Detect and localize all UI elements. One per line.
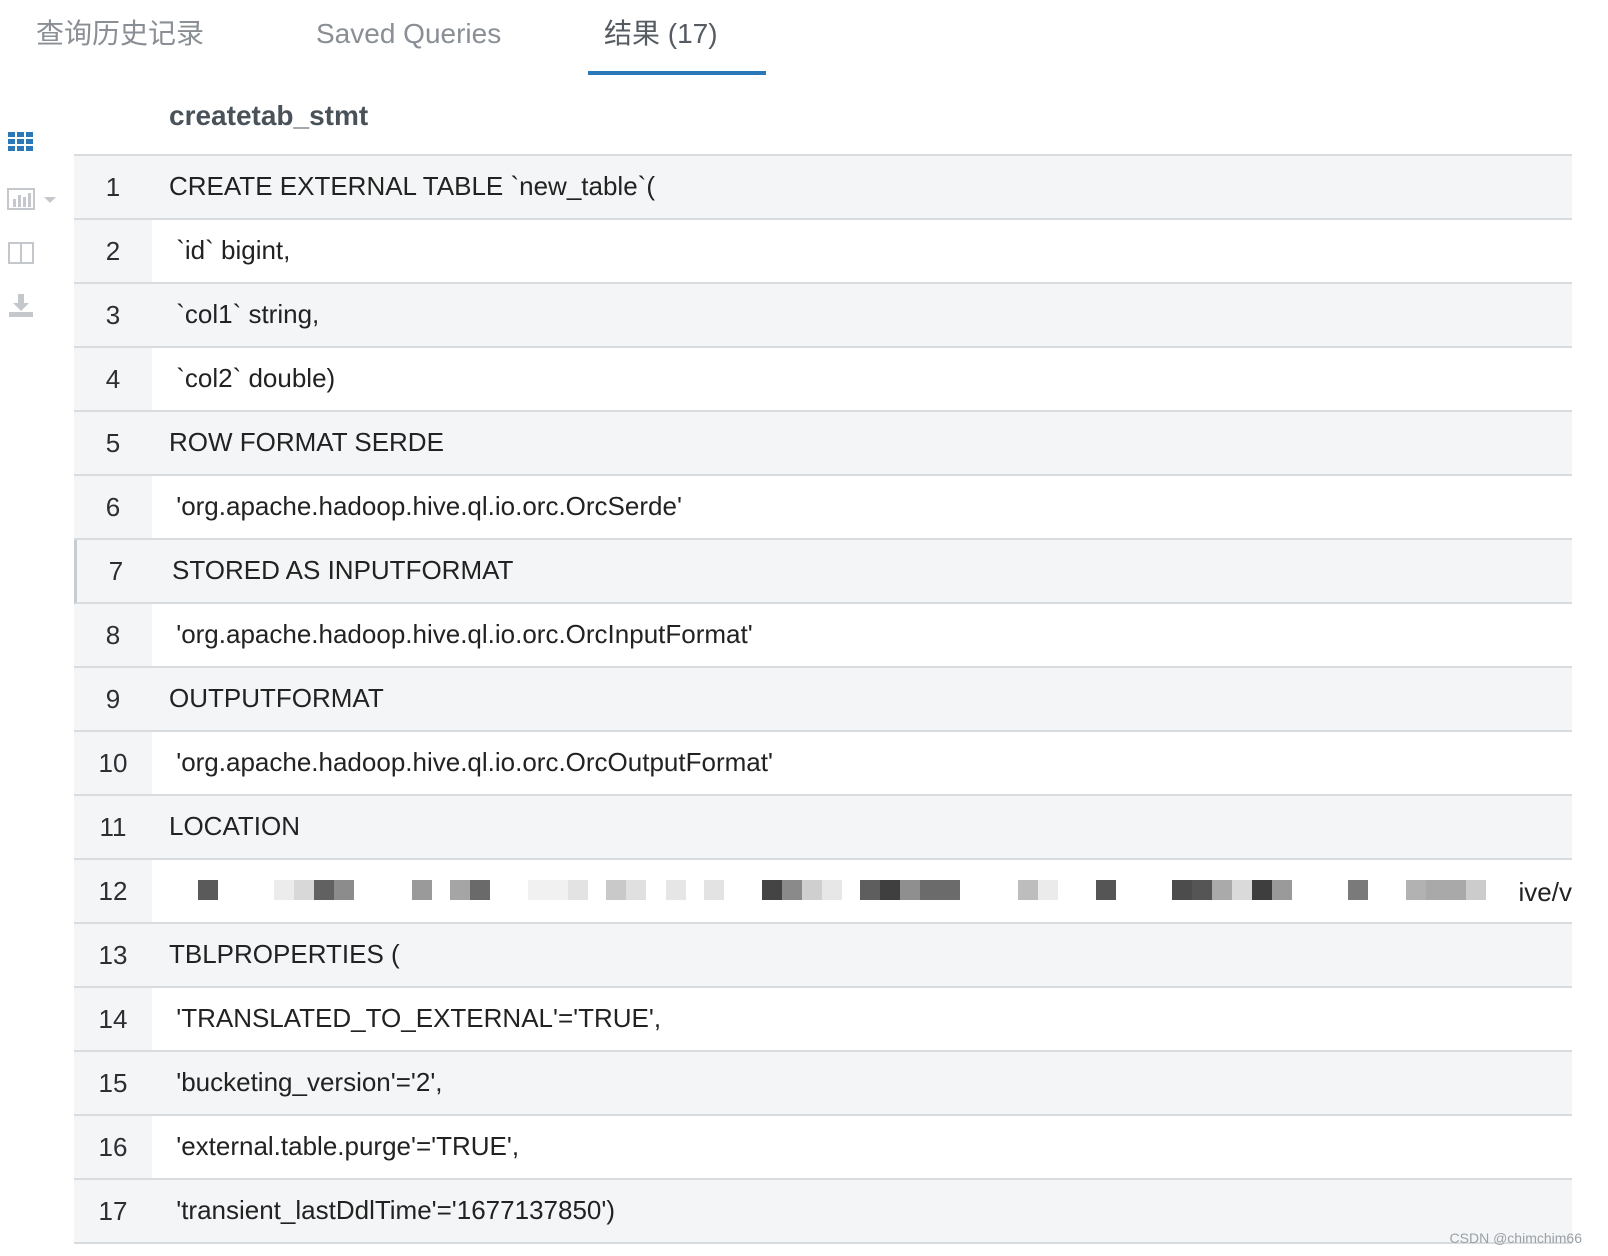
cell-value: TBLPROPERTIES ( (169, 939, 400, 969)
table-row[interactable]: 13 TBLPROPERTIES ( (74, 924, 1572, 988)
row-number: 11 (99, 812, 127, 842)
table-row[interactable]: 17 'transient_lastDdlTime'='1677137850') (74, 1180, 1572, 1244)
result-tabs: 查询历史记录 Saved Queries 结果 (17) (0, 0, 1608, 76)
cell-value: 'org.apache.hadoop.hive.ql.io.orc.OrcSer… (169, 491, 682, 521)
download-icon (9, 294, 33, 317)
cell-value: ROW FORMAT SERDE (169, 427, 444, 457)
grid-view-button[interactable] (6, 130, 62, 170)
row-number: 2 (105, 236, 121, 266)
grid-header: createtab_stmt (74, 92, 1572, 156)
download-button[interactable] (6, 292, 62, 332)
cell-value: 'org.apache.hadoop.hive.ql.io.orc.OrcInp… (169, 619, 753, 649)
table-row[interactable]: 3 `col1` string, (74, 284, 1572, 348)
columns-icon (8, 242, 34, 264)
row-number: 16 (98, 1132, 128, 1162)
table-row[interactable]: 2 `id` bigint, (74, 220, 1572, 284)
tab-query-history[interactable]: 查询历史记录 (36, 14, 204, 74)
table-row[interactable]: 11 LOCATION (74, 796, 1572, 860)
row-number: 17 (98, 1196, 128, 1226)
column-header-createtab-stmt[interactable]: createtab_stmt (169, 100, 368, 132)
results-grid: createtab_stmt 1 CREATE EXTERNAL TABLE `n… (74, 92, 1572, 1244)
cell-value: OUTPUTFORMAT (169, 683, 384, 713)
row-number: 8 (105, 620, 121, 650)
cell-value: LOCATION (169, 811, 300, 841)
row-number: 3 (105, 300, 121, 330)
row-number: 5 (105, 428, 121, 458)
row-number: 6 (105, 492, 121, 522)
table-row[interactable]: 7 STORED AS INPUTFORMAT (74, 540, 1572, 604)
row-number: 14 (98, 1004, 128, 1034)
table-row[interactable]: 9 OUTPUTFORMAT (74, 668, 1572, 732)
cell-value: `id` bigint, (169, 235, 291, 265)
cell-value: 'org.apache.hadoop.hive.ql.io.orc.OrcOut… (169, 747, 773, 777)
table-row[interactable]: 4 `col2` double) (74, 348, 1572, 412)
cell-value: ive/v (1518, 877, 1572, 907)
table-row[interactable]: 6 'org.apache.hadoop.hive.ql.io.orc.OrcS… (74, 476, 1572, 540)
table-row[interactable]: 1 CREATE EXTERNAL TABLE `new_table`( (74, 156, 1572, 220)
table-row[interactable]: 12 ive/v (74, 860, 1572, 924)
table-row[interactable]: 15 'bucketing_version'='2', (74, 1052, 1572, 1116)
cell-value: 'bucketing_version'='2', (169, 1067, 443, 1097)
columns-toggle-button[interactable] (6, 240, 62, 280)
table-row[interactable]: 10 'org.apache.hadoop.hive.ql.io.orc.Orc… (74, 732, 1572, 796)
redacted-location-value: ive/v (162, 862, 1572, 920)
table-row[interactable]: 8 'org.apache.hadoop.hive.ql.io.orc.OrcI… (74, 604, 1572, 668)
row-number: 12 (98, 876, 128, 906)
chart-view-button[interactable] (6, 186, 62, 226)
grid-rows: 1 CREATE EXTERNAL TABLE `new_table`( 2 `i… (74, 156, 1572, 1244)
row-number: 9 (105, 684, 121, 714)
table-row[interactable]: 14 'TRANSLATED_TO_EXTERNAL'='TRUE', (74, 988, 1572, 1052)
active-tab-indicator (588, 71, 766, 75)
chevron-down-icon (44, 197, 56, 203)
cell-value: 'TRANSLATED_TO_EXTERNAL'='TRUE', (169, 1003, 662, 1033)
cell-value: 'external.table.purge'='TRUE', (169, 1131, 520, 1161)
watermark: CSDN @chimchim66 (1449, 1230, 1582, 1246)
cell-value: CREATE EXTERNAL TABLE `new_table`( (169, 171, 655, 201)
cell-value: 'transient_lastDdlTime'='1677137850') (169, 1195, 615, 1225)
table-row[interactable]: 5 ROW FORMAT SERDE (74, 412, 1572, 476)
row-number: 15 (98, 1068, 128, 1098)
row-number: 7 (108, 556, 124, 586)
cell-value: `col1` string, (169, 299, 320, 329)
row-number: 13 (98, 940, 128, 970)
grid-view-icon (8, 132, 33, 151)
tab-saved-queries[interactable]: Saved Queries (316, 14, 501, 74)
tab-results[interactable]: 结果 (17) (604, 14, 718, 74)
cell-value: STORED AS INPUTFORMAT (172, 555, 514, 585)
chart-icon (7, 188, 56, 210)
row-number: 1 (105, 172, 121, 202)
row-number: 10 (98, 748, 128, 778)
cell-value: `col2` double) (169, 363, 336, 393)
row-number: 4 (105, 364, 121, 394)
table-row[interactable]: 16 'external.table.purge'='TRUE', (74, 1116, 1572, 1180)
